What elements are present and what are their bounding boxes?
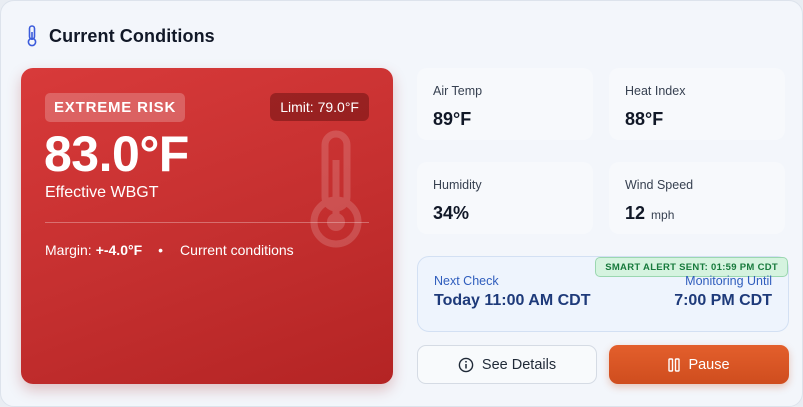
next-check: Next Check Today 11:00 AM CDT (434, 274, 590, 310)
pause-button[interactable]: Pause (609, 345, 789, 384)
current-conditions-panel: Current Conditions EXTREME RISK Limit: 7… (0, 0, 803, 407)
stat-label: Air Temp (433, 84, 483, 98)
risk-level-badge: EXTREME RISK (45, 93, 186, 122)
monitoring-until-label: Monitoring Until (685, 274, 772, 288)
pause-label: Pause (688, 356, 730, 373)
divider (45, 222, 369, 223)
stat-label: Wind Speed (625, 178, 694, 192)
limit-badge: Limit: 79.0°F (270, 93, 369, 121)
wbgt-value: 83.0°F (44, 126, 189, 182)
schedule-card: SMART ALERT SENT: 01:59 PM CDT Next Chec… (417, 256, 789, 332)
see-details-button[interactable]: See Details (417, 345, 597, 384)
wbgt-label: Effective WBGT (45, 184, 159, 201)
margin-label: Margin: (45, 242, 92, 258)
stat-value: 12 mph (625, 203, 675, 223)
monitoring-until-value: 7:00 PM CDT (674, 292, 772, 309)
conditions-context: Current conditions (180, 242, 294, 258)
stat-unit: mph (651, 208, 675, 222)
thermometer-watermark-icon (310, 130, 362, 248)
see-details-label: See Details (481, 356, 557, 373)
stat-value: 34% (433, 203, 470, 223)
info-icon (458, 357, 474, 372)
margin-row: Margin: +-4.0°F • Current conditions (45, 242, 294, 258)
stat-label: Heat Index (625, 84, 686, 98)
thermometer-icon (27, 25, 37, 47)
next-check-value: Today 11:00 AM CDT (434, 292, 591, 309)
stat-heat-index: Heat Index 88°F (609, 68, 785, 140)
separator-dot: • (158, 242, 164, 258)
page-title: Current Conditions (49, 25, 215, 46)
stat-value: 88°F (625, 109, 664, 129)
stat-label: Humidity (433, 178, 482, 192)
stat-wind-speed: Wind Speed 12 mph (609, 162, 785, 234)
stat-humidity: Humidity 34% (417, 162, 593, 234)
stat-value: 89°F (433, 109, 472, 129)
margin-value: +-4.0°F (95, 242, 143, 258)
pause-icon (668, 357, 681, 372)
stat-air-temp: Air Temp 89°F (417, 68, 593, 140)
monitoring-until: Monitoring Until 7:00 PM CDT (674, 274, 772, 310)
panel-header: Current Conditions (25, 25, 215, 47)
wbgt-risk-card: EXTREME RISK Limit: 79.0°F 83.0°F Effect… (21, 68, 393, 384)
next-check-label: Next Check (434, 274, 499, 288)
